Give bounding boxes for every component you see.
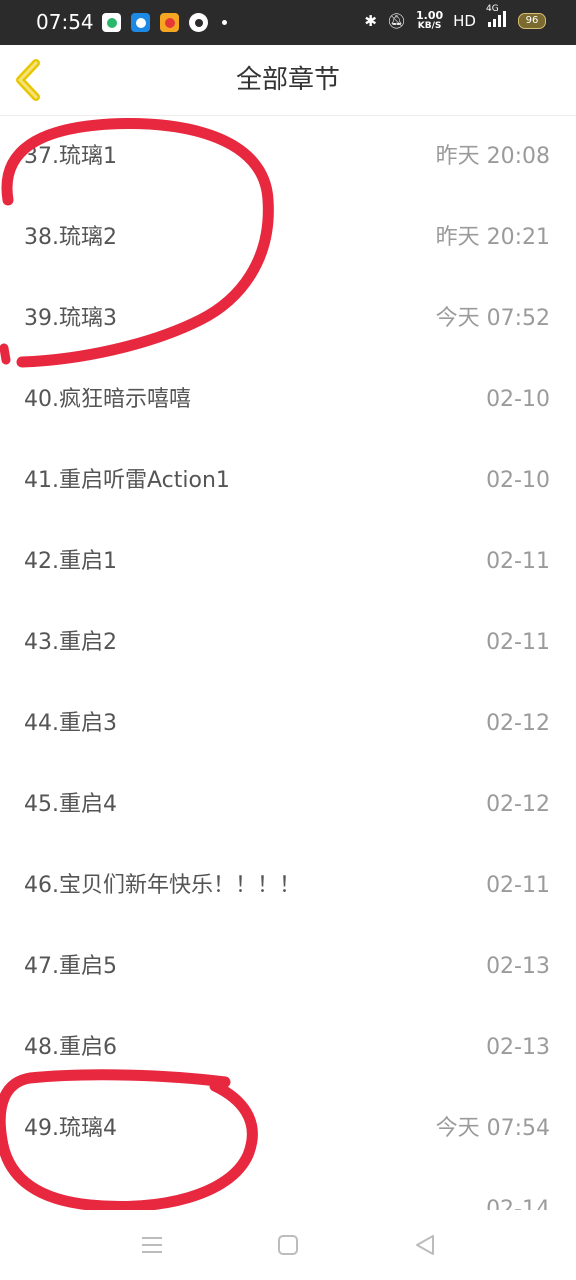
- chapter-row[interactable]: 42.重启1 02-11: [0, 521, 576, 602]
- more-notifications-dot: [222, 20, 227, 25]
- chapter-title: 38.琉璃2: [24, 225, 117, 250]
- chapter-date: 02-13: [486, 1035, 550, 1060]
- header-bar: 全部章节: [0, 45, 576, 116]
- chapter-row[interactable]: 37.琉璃1 昨天 20:08: [0, 116, 576, 197]
- chapter-title: 40.疯狂暗示嘻嘻: [24, 387, 191, 412]
- chapter-list[interactable]: 37.琉璃1 昨天 20:08 38.琉璃2 昨天 20:21 39.琉璃3 今天 0…: [0, 116, 576, 1210]
- chapter-date: 02-11: [486, 873, 550, 898]
- chapter-title: 37.琉璃1: [24, 144, 117, 169]
- chapter-row[interactable]: 40.疯狂暗示嘻嘻 02-10: [0, 359, 576, 440]
- home-icon[interactable]: [275, 1232, 301, 1258]
- chapter-date: 02-10: [486, 387, 550, 412]
- back-icon[interactable]: [412, 1232, 438, 1258]
- menu-icon[interactable]: [139, 1232, 165, 1258]
- chapter-row[interactable]: 41.重启听雷Action1 02-10: [0, 440, 576, 521]
- status-bar: 07:54 ✱ 🔕︎ 1.00 KB/S HD 4G 96: [0, 0, 576, 45]
- chapter-row[interactable]: 38.琉璃2 昨天 20:21: [0, 197, 576, 278]
- mute-icon: 🔕︎: [386, 11, 407, 30]
- chapter-date: 今天 07:54: [435, 1116, 550, 1141]
- page-title: 全部章节: [235, 65, 340, 95]
- send-app-icon: [189, 13, 208, 32]
- video-app-icon: [102, 13, 121, 32]
- chapter-date: 昨天 20:08: [435, 144, 550, 169]
- chapter-title: 47.重启5: [24, 954, 117, 979]
- chapter-row[interactable]: 43.重启2 02-11: [0, 602, 576, 683]
- system-nav-bar: [0, 1210, 576, 1280]
- chapter-row[interactable]: 46.宝贝们新年快乐！！！！ 02-11: [0, 845, 576, 926]
- notification-icons: [102, 13, 227, 32]
- chapter-row[interactable]: 44.重启3 02-12: [0, 683, 576, 764]
- chapter-row[interactable]: 49.琉璃4 今天 07:54: [0, 1088, 576, 1169]
- chapter-row[interactable]: 39.琉璃3 今天 07:52: [0, 278, 576, 359]
- net-speed: 1.00 KB/S: [416, 8, 444, 31]
- chapter-title: 49.琉璃4: [24, 1116, 117, 1141]
- chapter-title: 42.重启1: [24, 549, 117, 574]
- chapter-title: 45.重启4: [24, 792, 117, 817]
- weibo-app-icon: [160, 13, 179, 32]
- chapter-date: 今天 07:52: [435, 306, 550, 331]
- chapter-row[interactable]: 48.重启6 02-13: [0, 1007, 576, 1088]
- chapter-date: 02-12: [486, 792, 550, 817]
- signal-icon: 4G: [486, 4, 508, 31]
- chapter-date: 02-10: [486, 468, 550, 493]
- chapter-date: 02-12: [486, 711, 550, 736]
- chapter-date: 02-13: [486, 954, 550, 979]
- chapter-date: 02-14: [486, 1197, 550, 1210]
- system-icons: ✱ 🔕︎ 1.00 KB/S HD 4G 96: [364, 4, 546, 31]
- chapter-title: 39.琉璃3: [24, 306, 117, 331]
- hd-label: HD: [453, 11, 476, 30]
- bluetooth-icon: ✱: [364, 11, 377, 30]
- battery-indicator: 96: [518, 12, 546, 29]
- chapter-title: 46.宝贝们新年快乐！！！！: [24, 873, 301, 898]
- chapter-title: 43.重启2: [24, 630, 117, 655]
- chapter-date: 昨天 20:21: [435, 225, 550, 250]
- chapter-date: 02-11: [486, 630, 550, 655]
- chapter-date: 02-11: [486, 549, 550, 574]
- chapter-row[interactable]: 02-14: [0, 1169, 576, 1210]
- chapter-title: 41.重启听雷Action1: [24, 468, 230, 493]
- chapter-title: 48.重启6: [24, 1035, 117, 1060]
- chapter-title: 44.重启3: [24, 711, 117, 736]
- browser-app-icon: [131, 13, 150, 32]
- chapter-row[interactable]: 47.重启5 02-13: [0, 926, 576, 1007]
- status-time: 07:54: [36, 10, 94, 34]
- chapter-row[interactable]: 45.重启4 02-12: [0, 764, 576, 845]
